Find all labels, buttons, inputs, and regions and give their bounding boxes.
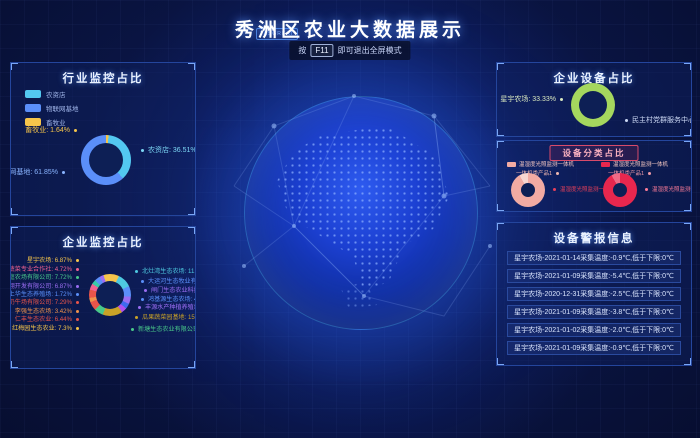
globe-graphic xyxy=(244,96,478,330)
legend-label: 温湿度光照监测一体机 xyxy=(519,160,574,168)
alarm-row[interactable]: 星宇农场-2021-01-02采集温度:-2.0℃,低于下限:0℃ xyxy=(507,323,681,337)
legend-item[interactable]: 温湿度光照监测一体机 xyxy=(601,160,668,168)
slice-label: 农资店: 36.51% xyxy=(141,145,196,155)
device-donut-chart[interactable] xyxy=(571,83,615,127)
corner-decoration xyxy=(188,208,196,216)
slice-label: 星宇农场: 33.33% xyxy=(500,94,563,104)
slice-label: 闸门生态农业科技有限公 xyxy=(144,285,196,294)
slice-label: 星宇农场: 6.87% xyxy=(27,255,79,264)
alarm-row[interactable]: 星宇农场-2021-01-14采集温度:-0.9℃,低于下限:0℃ xyxy=(507,251,681,265)
alarm-row[interactable]: 星宇农场-2020-12-31采集温度:-2.5℃,低于下限:0℃ xyxy=(507,287,681,301)
corner-decoration xyxy=(10,208,18,216)
corner-decoration xyxy=(188,226,196,234)
enterprise-monitor-panel: 企业监控占比 星宇农场: 6.87% 红旗蔬菜专业合作社: 4.72% 家庭农场… xyxy=(10,226,196,369)
f11-key-badge: F11 xyxy=(310,44,333,57)
corner-decoration xyxy=(684,358,692,366)
corner-decoration xyxy=(496,140,504,148)
corner-decoration xyxy=(188,62,196,70)
legend-item[interactable]: 农资店 xyxy=(25,89,79,99)
slice-label: 新塘生态农业有限公司: 6.879 xyxy=(131,324,196,333)
slice-label: 仁丰生态农业: 6.44% xyxy=(15,314,79,323)
fullscreen-hint: 按 F11 即可退出全屏模式 xyxy=(289,41,410,60)
slice-label: 大运河生态牧业有限责任公 xyxy=(141,276,196,285)
corner-decoration xyxy=(496,62,504,70)
corner-decoration xyxy=(684,129,692,137)
corner-decoration xyxy=(10,62,18,70)
alarm-row[interactable]: 星宇农场-2021-01-09采集温度:-0.9℃,低于下限:0℃ xyxy=(507,341,681,355)
corner-decoration xyxy=(496,204,504,212)
corner-decoration xyxy=(684,222,692,230)
panel-title: 行业监控占比 xyxy=(11,63,195,86)
legend-swatch xyxy=(25,90,41,98)
legend-item[interactable]: 温湿度光照监测一体机 xyxy=(507,160,574,168)
corner-decoration xyxy=(496,129,504,137)
page-title: 秀洲区农业大数据展示 xyxy=(0,15,700,42)
slice-label: 北灶湾生态农场: 11.16% xyxy=(135,266,196,275)
hint-suffix: 即可退出全屏模式 xyxy=(338,45,402,56)
slice-label: 家庭农场有限公司: 7.72% xyxy=(10,272,79,281)
legend-swatch xyxy=(25,104,41,112)
slice-label: 物联网基地: 61.85% xyxy=(10,167,65,177)
legend-swatch xyxy=(601,162,610,167)
legend-item[interactable]: 物联网基地 xyxy=(25,103,79,113)
dashboard: TASGREAT 秀洲区农业大数据展示 按 F11 即可退出全屏模式 行业监控占… xyxy=(0,0,700,438)
device-share-panel: 企业设备占比 星宇农场: 33.33% 民主村党群服务中心 xyxy=(496,62,692,137)
slice-label: 温湿度光照监测一 xyxy=(553,185,604,193)
legend-label: 物联网基地 xyxy=(46,103,79,113)
slice-label: 丰源水产种植养殖场: 1. xyxy=(138,302,196,311)
corner-decoration xyxy=(684,62,692,70)
enterprise-donut-chart[interactable] xyxy=(89,274,131,316)
alarm-list: 星宇农场-2021-01-14采集温度:-0.9℃,低于下限:0℃ 星宇农场-2… xyxy=(497,251,691,355)
corner-decoration xyxy=(496,358,504,366)
slice-label: 民主村党群服务中心 xyxy=(625,115,692,125)
legend-label: 温湿度光照监测一体机 xyxy=(613,160,668,168)
alarm-row[interactable]: 星宇农场-2021-01-09采集温度:-5.4℃,低于下限:0℃ xyxy=(507,269,681,283)
category-donut-left[interactable] xyxy=(511,173,545,207)
industry-donut-chart[interactable] xyxy=(81,135,131,185)
category-donut-right[interactable] xyxy=(603,173,637,207)
slice-label: 瓜果蔬菜园基地: 15.02% xyxy=(135,312,196,321)
corner-decoration xyxy=(684,204,692,212)
slice-label: 温湿度光照监测一 xyxy=(645,185,692,193)
slice-label: 中奶牛场有限公司: 7.29% xyxy=(10,297,79,306)
corner-decoration xyxy=(10,361,18,369)
device-category-panel: 设备分类占比 温湿度光照监测一体机 一体机类产品1 温湿度光照监测一 温湿度光照… xyxy=(496,140,692,212)
panel-title: 设备警报信息 xyxy=(497,223,691,246)
corner-decoration xyxy=(684,140,692,148)
legend-swatch xyxy=(507,162,516,167)
corner-decoration xyxy=(10,226,18,234)
panel-title: 企业监控占比 xyxy=(11,227,195,250)
slice-label: 畜牧业: 1.64% xyxy=(25,125,77,135)
corner-decoration xyxy=(496,222,504,230)
corner-decoration xyxy=(188,361,196,369)
hint-prefix: 按 xyxy=(298,45,306,56)
legend-label: 农资店 xyxy=(46,89,66,99)
panel-title: 设备分类占比 xyxy=(549,145,638,161)
device-alarm-panel: 设备警报信息 星宇农场-2021-01-14采集温度:-0.9℃,低于下限:0℃… xyxy=(496,222,692,366)
industry-monitor-panel: 行业监控占比 农资店 物联网基地 畜牧业 畜牧业: 1.64% 农资店: 36.… xyxy=(10,62,196,216)
slice-label: 红梅园生态农业: 7.3% xyxy=(12,323,79,332)
alarm-row[interactable]: 星宇农场-2021-01-09采集温度:-3.8℃,低于下限:0℃ xyxy=(507,305,681,319)
